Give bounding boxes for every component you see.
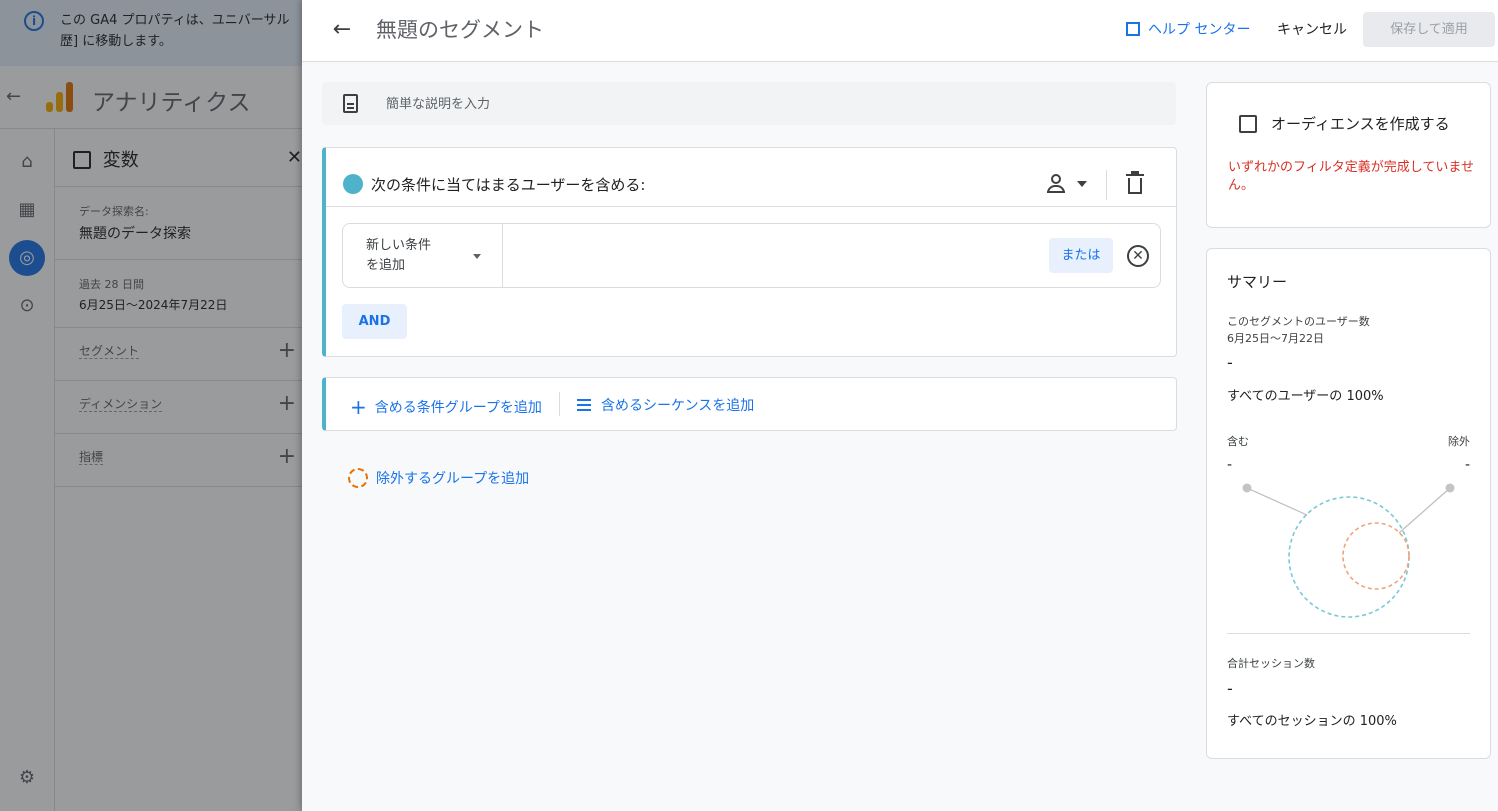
save-and-apply-button[interactable]: 保存して適用 xyxy=(1363,12,1495,47)
add-group-bar: + 含める条件グループを追加 含めるシーケンスを追加 xyxy=(322,377,1177,431)
condition-group-title: 次の条件に当てはまるユーザーを含める: xyxy=(371,176,646,194)
help-center-link[interactable]: ヘルプ センター xyxy=(1126,19,1250,39)
segment-editor: ← 無題のセグメント ヘルプ センター キャンセル 保存して適用 次の条件に当て… xyxy=(302,0,1498,811)
create-audience-checkbox[interactable] xyxy=(1239,115,1257,133)
scope-selector[interactable] xyxy=(1046,172,1096,196)
create-audience-label[interactable]: オーディエンスを作成する xyxy=(1271,113,1450,134)
include-leader-dot xyxy=(1242,483,1252,493)
remove-condition-icon[interactable]: ✕ xyxy=(1127,245,1149,267)
add-condition-label-1: 新しい条件 xyxy=(366,238,432,253)
include-label: 含む xyxy=(1227,435,1249,448)
add-condition-select[interactable]: 新しい条件 を追加 xyxy=(343,224,503,287)
add-sequence-button[interactable]: 含めるシーケンスを追加 xyxy=(577,395,754,415)
venn-diagram xyxy=(1242,483,1455,618)
document-icon xyxy=(343,94,358,113)
segment-users-percent: すべてのユーザーの 100% xyxy=(1227,389,1384,404)
and-button[interactable]: AND xyxy=(342,304,407,339)
help-center-label: ヘルプ センター xyxy=(1148,22,1251,38)
condition-group-header: 次の条件に当てはまるユーザーを含める: xyxy=(326,148,1177,207)
segment-title[interactable]: 無題のセグメント xyxy=(376,14,544,44)
dashed-circle-icon xyxy=(348,468,368,488)
cancel-button[interactable]: キャンセル xyxy=(1277,19,1347,39)
editor-toolbar: ← 無題のセグメント ヘルプ センター キャンセル 保存して適用 xyxy=(302,0,1498,62)
exclude-leader-dot xyxy=(1445,483,1455,493)
person-icon xyxy=(1051,174,1061,184)
open-in-new-icon xyxy=(1126,22,1140,36)
summary-title: サマリー xyxy=(1227,273,1288,291)
list-icon xyxy=(577,399,591,411)
add-exclude-group-label: 除外するグループを追加 xyxy=(376,471,530,487)
add-include-group-button[interactable]: + 含める条件グループを追加 xyxy=(350,395,542,419)
background-scrim[interactable] xyxy=(0,0,302,811)
add-condition-label-2: を追加 xyxy=(366,258,406,273)
segment-users-range: 6月25日～7月22日 xyxy=(1227,332,1324,345)
delete-icon[interactable] xyxy=(1126,171,1144,194)
segment-users-value: - xyxy=(1227,353,1233,372)
summary-card: サマリー このセグメントのユーザー数 6月25日～7月22日 - すべてのユーザ… xyxy=(1206,248,1491,759)
add-sequence-label: 含めるシーケンスを追加 xyxy=(601,398,755,414)
segment-users-label: このセグメントのユーザー数 xyxy=(1227,315,1370,328)
plus-icon: + xyxy=(350,395,367,419)
back-arrow-icon[interactable]: ← xyxy=(328,16,356,44)
exclude-leader-line xyxy=(1398,487,1451,534)
description-box xyxy=(322,82,1176,125)
include-condition-group: 次の条件に当てはまるユーザーを含める: 新しい条件 を追加 または ✕ AND xyxy=(322,147,1177,357)
exclude-value: - xyxy=(1464,457,1470,473)
condition-row: 新しい条件 を追加 または ✕ xyxy=(342,223,1161,288)
chevron-down-icon xyxy=(1077,181,1087,187)
total-sessions-value: - xyxy=(1227,679,1233,698)
filter-incomplete-warning: いずれかのフィルタ定義が完成していません。 xyxy=(1228,160,1474,193)
total-sessions-percent: すべてのセッションの 100% xyxy=(1227,714,1397,729)
add-exclude-group-button[interactable]: 除外するグループを追加 xyxy=(348,468,529,488)
or-button[interactable]: または xyxy=(1049,238,1113,273)
include-color-dot xyxy=(343,174,363,194)
include-leader-line xyxy=(1246,487,1308,516)
add-include-group-label: 含める条件グループを追加 xyxy=(374,400,542,416)
include-value: - xyxy=(1227,457,1233,473)
description-input[interactable] xyxy=(386,93,1146,115)
exclude-label: 除外 xyxy=(1448,435,1470,448)
audience-card: オーディエンスを作成する いずれかのフィルタ定義が完成していません。 xyxy=(1206,82,1491,228)
chevron-down-icon xyxy=(473,254,481,259)
total-sessions-label: 合計セッション数 xyxy=(1227,657,1315,670)
